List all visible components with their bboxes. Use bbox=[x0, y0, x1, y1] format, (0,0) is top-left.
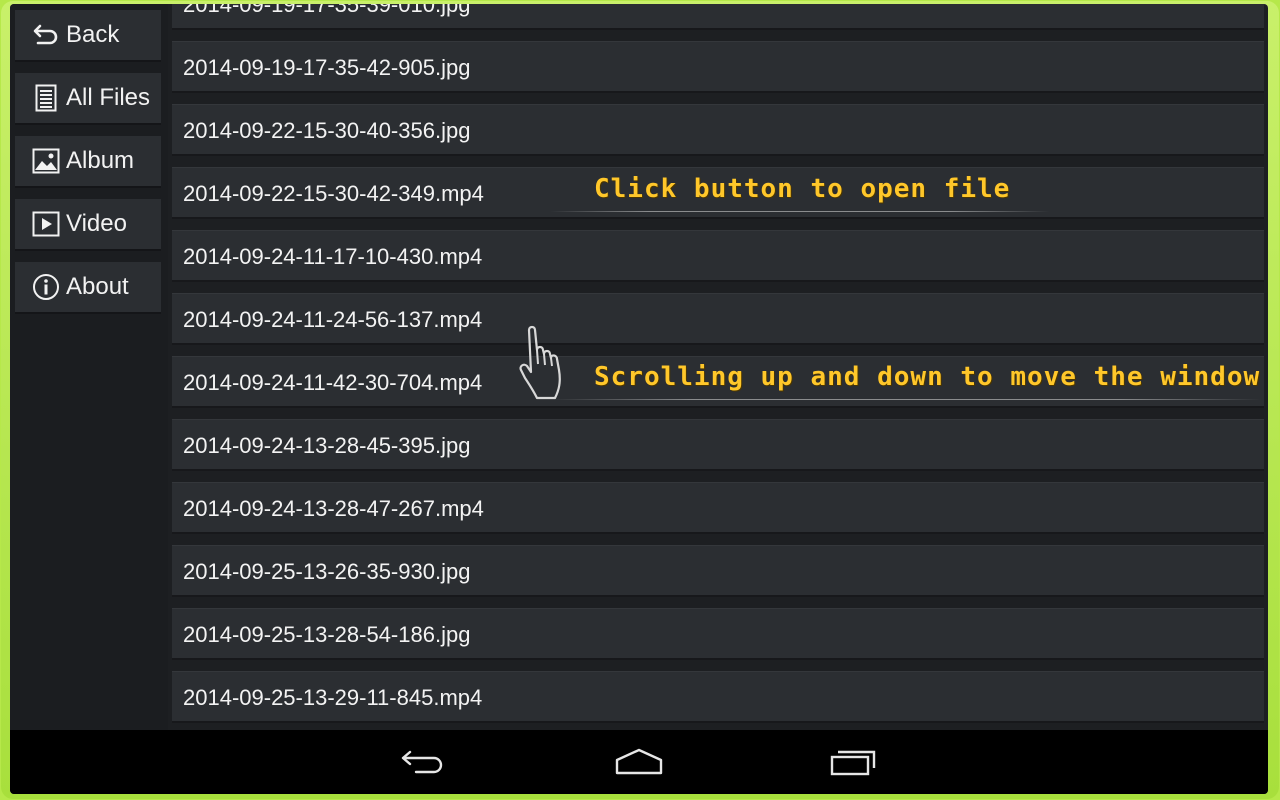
file-row[interactable]: 2014-09-22-15-30-40-356.jpg bbox=[172, 104, 1264, 156]
file-row[interactable]: 2014-09-24-13-28-45-395.jpg bbox=[172, 419, 1264, 471]
nav-recents-icon bbox=[830, 750, 876, 776]
sidebar-item-label: Video bbox=[66, 210, 127, 237]
nav-home-icon bbox=[615, 748, 663, 775]
nav-home-button[interactable] bbox=[611, 744, 667, 780]
file-row[interactable]: 2014-09-24-13-28-47-267.mp4 bbox=[172, 482, 1264, 534]
info-icon bbox=[32, 273, 60, 301]
file-row[interactable]: 2014-09-25-13-26-35-930.jpg bbox=[172, 545, 1264, 597]
about-button[interactable]: About bbox=[15, 262, 161, 314]
nav-back-icon bbox=[401, 750, 443, 774]
image-icon bbox=[32, 147, 60, 175]
all-files-button[interactable]: All Files bbox=[15, 73, 161, 125]
nav-back-button[interactable] bbox=[396, 744, 452, 780]
file-row[interactable]: 2014-09-24-11-24-56-137.mp4 bbox=[172, 293, 1264, 345]
nav-recents-button[interactable] bbox=[825, 744, 881, 780]
scroll-hint: Scrolling up and down to move the window bbox=[594, 362, 1261, 392]
hint-underline bbox=[550, 211, 1050, 212]
document-list-icon bbox=[32, 84, 60, 112]
sidebar-item-label: Back bbox=[66, 21, 120, 48]
navigation-bar bbox=[10, 730, 1268, 794]
file-row[interactable]: 2014-09-19-17-35-39-010.jpg bbox=[172, 4, 1264, 30]
video-button[interactable]: Video bbox=[15, 199, 161, 251]
sidebar-item-label: About bbox=[66, 273, 129, 300]
back-button[interactable]: Back bbox=[15, 10, 161, 62]
device-screen: Back All Files Album Video About 2014-09… bbox=[10, 4, 1268, 794]
file-row[interactable]: 2014-09-25-13-28-54-186.jpg bbox=[172, 608, 1264, 660]
back-arrow-icon bbox=[32, 21, 60, 49]
sidebar-item-label: Album bbox=[66, 147, 135, 174]
app-screen: Back All Files Album Video About 2014-09… bbox=[10, 4, 1268, 794]
hand-pointer-icon bbox=[519, 325, 561, 400]
file-row[interactable]: 2014-09-19-17-35-42-905.jpg bbox=[172, 41, 1264, 93]
hint-underline bbox=[550, 399, 1262, 400]
album-button[interactable]: Album bbox=[15, 136, 161, 188]
open-file-hint: Click button to open file bbox=[594, 174, 1011, 204]
file-row[interactable]: 2014-09-24-11-17-10-430.mp4 bbox=[172, 230, 1264, 282]
file-row[interactable]: 2014-09-25-13-29-11-845.mp4 bbox=[172, 671, 1264, 723]
play-icon bbox=[32, 210, 60, 238]
sidebar-item-label: All Files bbox=[66, 84, 151, 111]
sidebar: Back All Files Album Video About bbox=[10, 4, 168, 730]
